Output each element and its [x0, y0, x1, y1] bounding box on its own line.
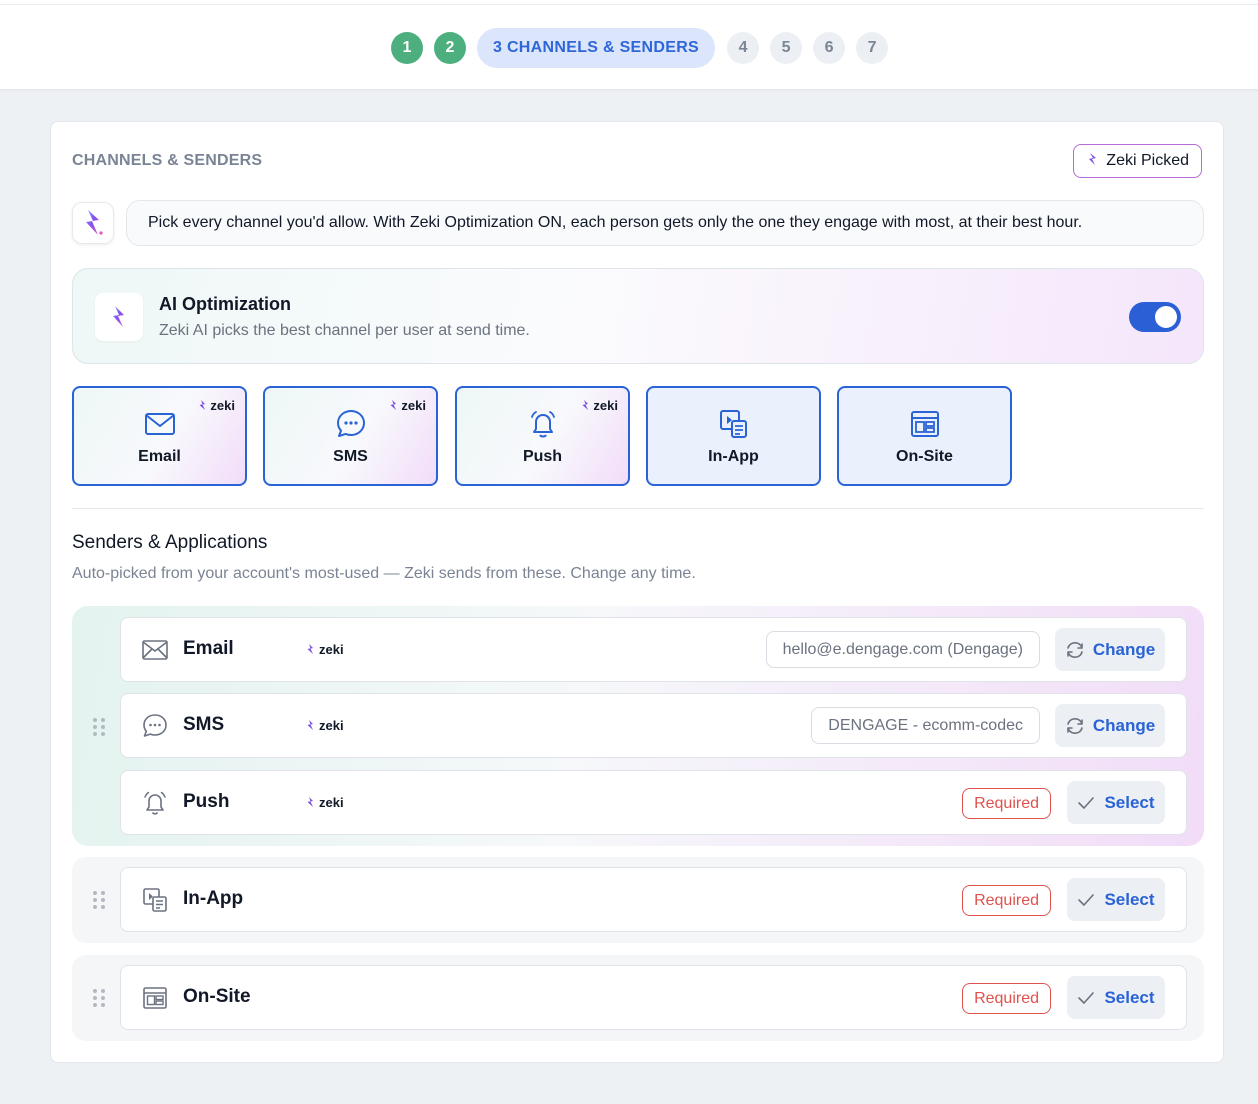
in-app-sender-group: In-App Required Select	[72, 857, 1204, 943]
zeki-tag: zeki	[306, 795, 344, 810]
sender-name: Email	[183, 638, 234, 659]
select-on-site-button[interactable]: Select	[1067, 976, 1165, 1019]
envelope-icon	[141, 636, 169, 664]
ai-optimization-panel: AI Optimization Zeki AI picks the best c…	[72, 268, 1204, 364]
zeki-tag: zeki	[306, 642, 344, 657]
zeki-spark-icon	[307, 644, 313, 654]
sender-name: Push	[183, 791, 230, 812]
ai-optimization-title: AI Optimization	[159, 294, 291, 314]
sms-sender-field[interactable]: DENGAGE - ecomm-codec	[811, 707, 1040, 744]
senders-title: Senders & Applications	[72, 532, 268, 553]
ai-optimization-subtitle: Zeki AI picks the best channel per user …	[159, 322, 530, 339]
step-1[interactable]: 1	[391, 32, 423, 64]
stepper: 1 2 3 CHANNELS & SENDERS 4 5 6 7	[391, 28, 899, 68]
browser-layout-icon	[909, 408, 941, 440]
browser-layout-icon	[141, 984, 169, 1012]
channel-label: SMS	[333, 448, 368, 465]
zeki-tag: zeki	[198, 398, 235, 413]
zeki-spark-icon	[307, 720, 313, 730]
top-bar: 1 2 3 CHANNELS & SENDERS 4 5 6 7	[0, 0, 1258, 90]
channel-tile-on-site[interactable]: On-Site	[837, 386, 1012, 486]
step-3-current[interactable]: 3 CHANNELS & SENDERS	[477, 28, 716, 68]
required-badge: Required	[962, 983, 1051, 1014]
change-sms-sender-button[interactable]: Change	[1055, 704, 1165, 747]
zeki-logo-icon	[86, 210, 103, 235]
channel-tile-email[interactable]: zeki Email	[72, 386, 247, 486]
change-email-sender-button[interactable]: Change	[1055, 628, 1165, 671]
email-sender-field[interactable]: hello@e.dengage.com (Dengage)	[765, 631, 1040, 668]
sender-row-email: Email zeki hello@e.dengage.com (Dengage)…	[120, 617, 1187, 682]
required-badge: Required	[962, 788, 1051, 819]
channels-senders-card: CHANNELS & SENDERS Zeki Picked Pick ever…	[50, 121, 1224, 1063]
sender-name: In-App	[183, 888, 244, 909]
drag-handle-icon[interactable]	[93, 989, 105, 1007]
section-title: CHANNELS & SENDERS	[72, 152, 263, 169]
section-divider	[72, 508, 1204, 509]
select-push-app-button[interactable]: Select	[1067, 781, 1165, 824]
channel-label: In-App	[708, 448, 759, 465]
zeki-picked-label: Zeki Picked	[1106, 152, 1189, 169]
zeki-spark-icon	[307, 797, 313, 807]
channel-label: Push	[522, 448, 563, 465]
ai-optimization-icon	[95, 293, 143, 341]
zeki-spark-icon	[1086, 152, 1100, 171]
refresh-icon	[1067, 641, 1083, 658]
step-6[interactable]: 6	[813, 32, 846, 64]
step-4[interactable]: 4	[727, 32, 760, 64]
senders-subtitle: Auto-picked from your account's most-use…	[72, 565, 696, 582]
channel-label: Email	[138, 448, 181, 465]
step-5[interactable]: 5	[770, 32, 803, 64]
in-app-message-icon	[141, 886, 169, 914]
toggle-knob	[1155, 306, 1177, 328]
sender-name: SMS	[183, 714, 225, 735]
sender-row-on-site: On-Site Required Select	[120, 965, 1187, 1030]
assistant-message: Pick every channel you'd allow. With Zek…	[126, 200, 1204, 246]
zeki-sender-group: Email zeki hello@e.dengage.com (Dengage)…	[72, 606, 1204, 846]
step-2[interactable]: 2	[434, 32, 466, 64]
channel-label: On-Site	[896, 448, 953, 465]
top-divider	[0, 4, 1258, 5]
bell-icon	[527, 408, 559, 440]
sender-row-in-app: In-App Required Select	[120, 867, 1187, 932]
zeki-tag: zeki	[306, 718, 344, 733]
bell-icon	[141, 789, 169, 817]
assistant-message-row: Pick every channel you'd allow. With Zek…	[72, 200, 1204, 246]
channel-tile-push[interactable]: zeki Push	[455, 386, 630, 486]
on-site-sender-group: On-Site Required Select	[72, 955, 1204, 1041]
chat-bubble-icon	[335, 408, 367, 440]
required-badge: Required	[962, 885, 1051, 916]
sender-row-push: Push zeki Required Select	[120, 770, 1187, 835]
checkmark-icon	[1078, 796, 1095, 809]
channel-tile-in-app[interactable]: In-App	[646, 386, 821, 486]
zeki-spark-icon	[582, 400, 589, 410]
in-app-message-icon	[718, 408, 750, 440]
zeki-tag: zeki	[389, 398, 426, 413]
ai-optimization-toggle[interactable]	[1129, 302, 1181, 332]
zeki-avatar	[72, 202, 114, 244]
select-in-app-button[interactable]: Select	[1067, 878, 1165, 921]
checkmark-icon	[1078, 893, 1095, 906]
chat-bubble-icon	[141, 712, 169, 740]
zeki-spark-icon	[199, 400, 206, 410]
zeki-spark-icon	[390, 400, 397, 410]
refresh-icon	[1067, 717, 1083, 734]
sender-name: On-Site	[183, 986, 251, 1007]
zeki-tag: zeki	[581, 398, 618, 413]
step-7[interactable]: 7	[856, 32, 889, 64]
channel-tile-sms[interactable]: zeki SMS	[263, 386, 438, 486]
envelope-icon	[144, 408, 176, 440]
drag-handle-icon[interactable]	[93, 891, 105, 909]
zeki-picked-badge[interactable]: Zeki Picked	[1073, 144, 1202, 178]
sender-row-sms: SMS zeki DENGAGE - ecomm-codec Change	[120, 693, 1187, 758]
checkmark-icon	[1078, 991, 1095, 1004]
drag-handle-icon[interactable]	[93, 718, 105, 736]
